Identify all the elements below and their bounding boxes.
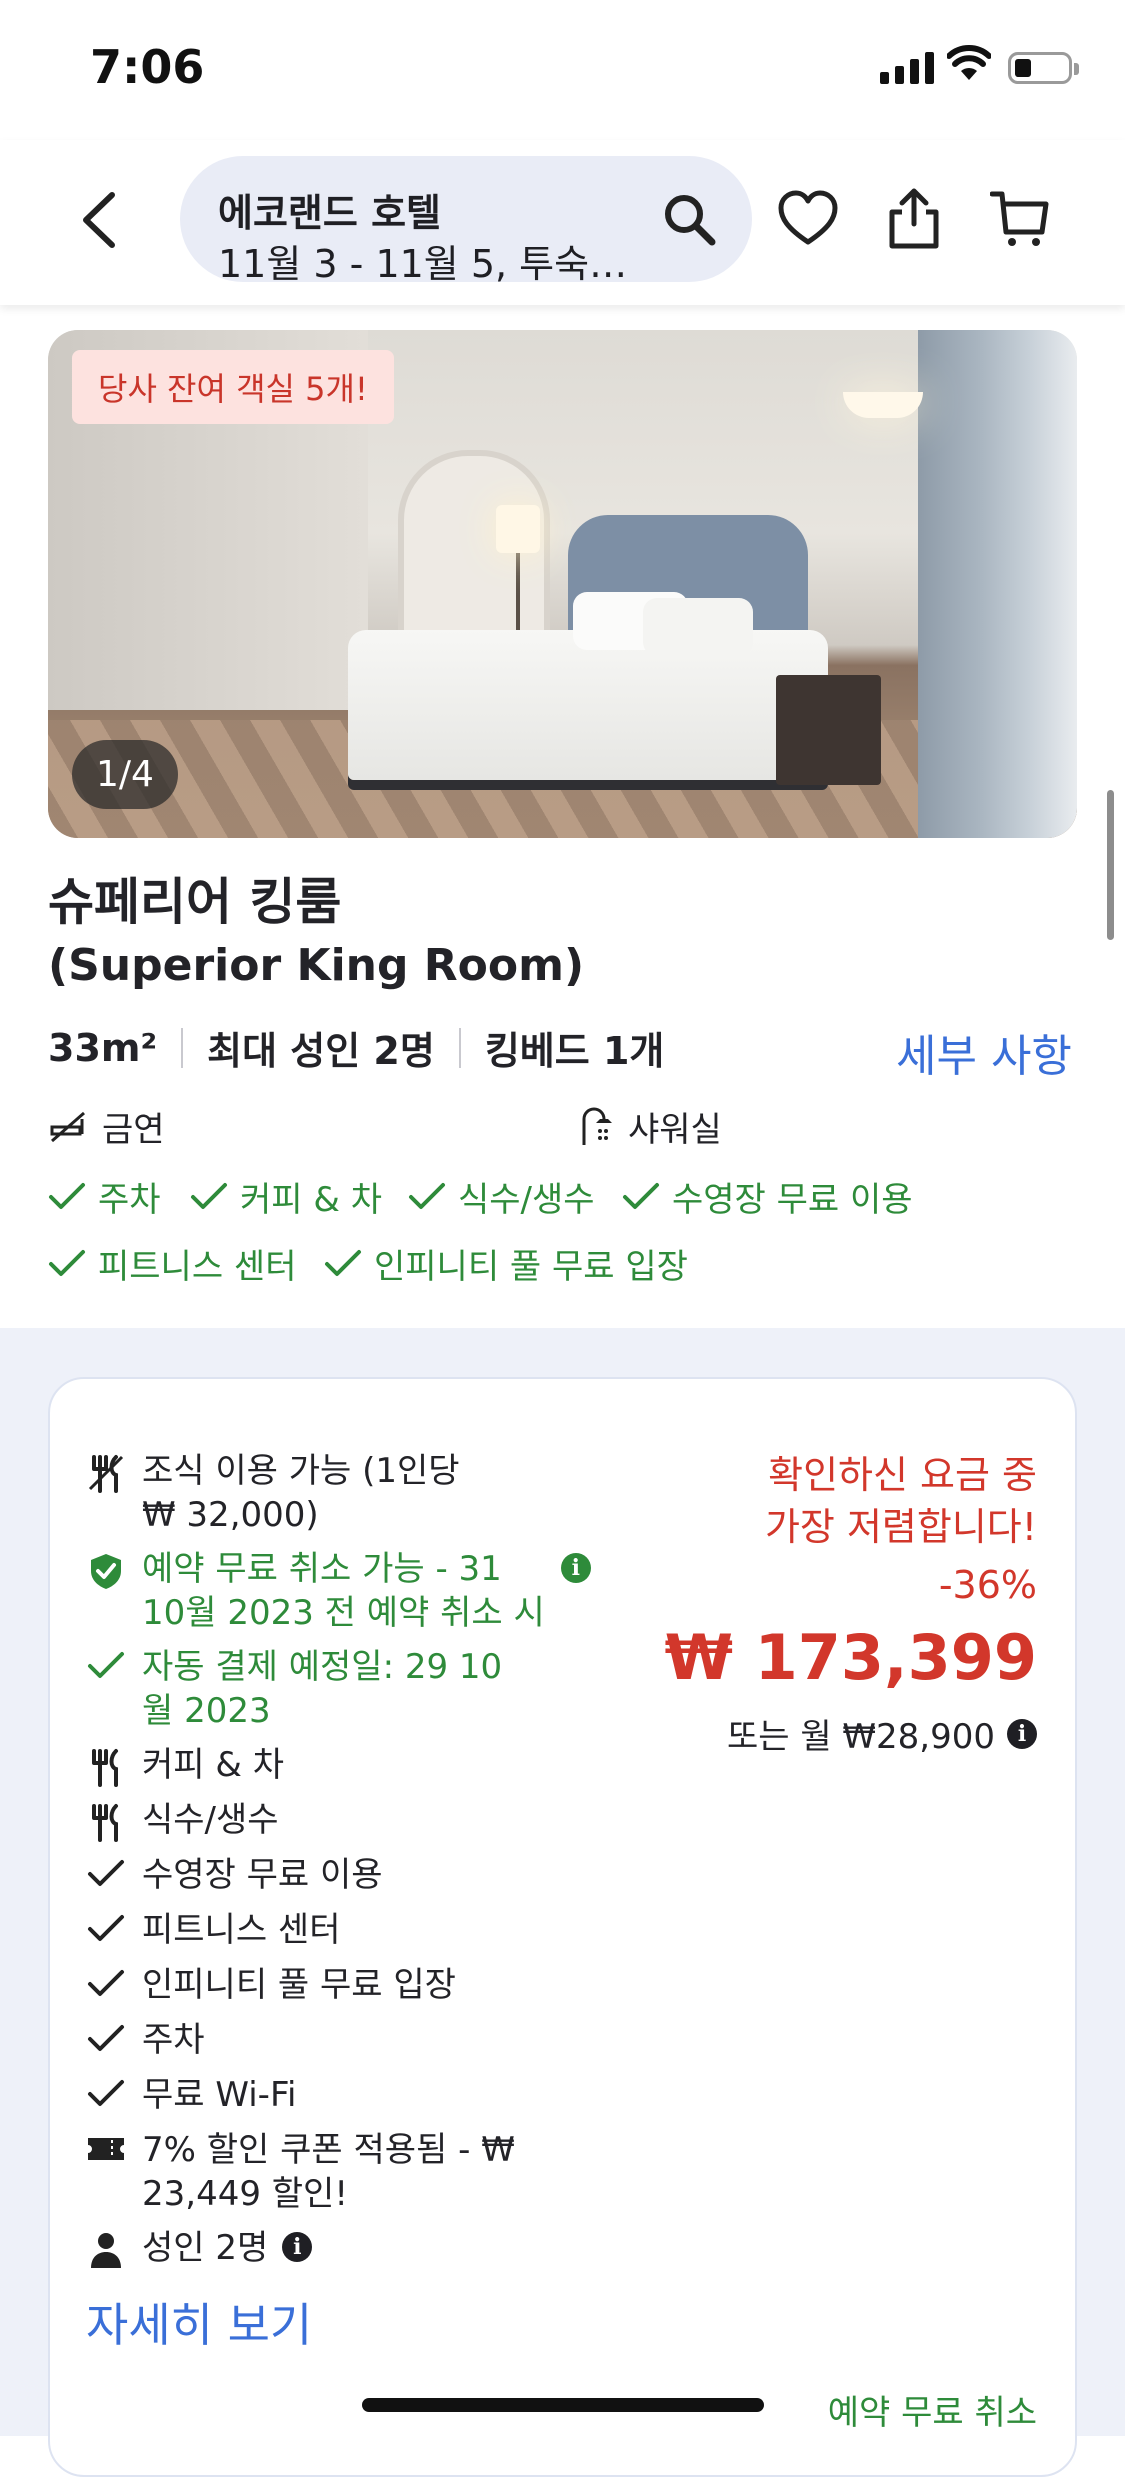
room-area: 33m² [48, 1025, 158, 1070]
check-icon [88, 1652, 124, 1678]
no-smoking-icon [50, 1111, 85, 1142]
check-icon [409, 1182, 445, 1209]
inclusion-water: 식수/생수 [86, 1798, 279, 1842]
inclusion-parking: 주차 [86, 2018, 205, 2062]
room-specs: 33m² 최대 성인 2명 킹베드 1개 [48, 1020, 664, 1075]
divider [458, 1027, 461, 1068]
back-chevron-icon[interactable] [70, 185, 130, 255]
free-cancellation-label: 예약 무료 취소 [827, 2393, 1037, 2433]
room-details-link[interactable]: 세부 사항 [896, 1020, 1072, 1084]
info-icon[interactable]: i [560, 1553, 591, 1583]
check-icon [88, 1915, 124, 1941]
cart-icon[interactable] [990, 188, 1050, 250]
feature-no-smoking: 금연 [48, 1102, 165, 1151]
cutlery-icon [92, 1749, 118, 1787]
person-icon [91, 2233, 121, 2268]
shower-icon [582, 1107, 612, 1145]
inclusion-free-cancellation: 예약 무료 취소 가능 - 31 10월 2023 전 예약 취소 시 i [86, 1547, 591, 1635]
check-icon [191, 1182, 227, 1209]
hotel-name: 에코랜드 호텔 [218, 191, 441, 235]
inclusion-coupon: 7% 할인 쿠폰 적용됨 - ₩ 23,449 할인! [86, 2128, 515, 2216]
room-price: ₩ 173,399 [664, 1621, 1037, 1694]
check-icon [623, 1182, 659, 1209]
inclusion-wifi: 무료 Wi-Fi [86, 2073, 296, 2117]
amenity-coffee-tea: 커피 & 차 [190, 1172, 382, 1221]
see-more-link[interactable]: 자세히 보기 [86, 2289, 312, 2355]
check-icon [88, 1970, 124, 1996]
scrollbar[interactable] [1107, 790, 1114, 940]
inclusion-breakfast: 조식 이용 가능 (1인당 ₩ 32,000) [86, 1449, 460, 1537]
cellular-signal-icon [880, 50, 934, 84]
check-icon [49, 1182, 85, 1209]
divider [181, 1027, 184, 1068]
info-icon[interactable]: i [282, 2232, 313, 2262]
availability-badge: 당사 잔여 객실 5개! [72, 350, 394, 424]
room-photo-gallery[interactable]: 당사 잔여 객실 5개! 1/4 [48, 330, 1077, 838]
amenity-infinity-pool: 인피니티 풀 무료 입장 [324, 1239, 688, 1288]
photo-counter: 1/4 [72, 740, 178, 809]
room-bed: 킹베드 1개 [484, 1029, 665, 1073]
search-header: 에코랜드 호텔 11월 3 - 11월 5, 투숙객 2명 [0, 140, 1125, 305]
monthly-installment: 또는 월 ₩28,900 i [727, 1709, 1037, 1758]
inclusion-coffee-tea: 커피 & 차 [86, 1743, 284, 1787]
check-icon [88, 2080, 124, 2106]
check-icon [88, 1860, 124, 1886]
inclusion-guests: 성인 2명 i [86, 2226, 313, 2270]
shield-check-icon [91, 1554, 121, 1589]
room-name-ko: 슈페리어 킹룸 [48, 873, 342, 931]
inclusion-auto-payment: 자동 결제 예정일: 29 10 월 2023 [86, 1645, 502, 1733]
home-indicator[interactable] [362, 2398, 764, 2412]
cutlery-icon [88, 1455, 124, 1493]
battery-icon [1008, 52, 1079, 84]
inclusion-fitness: 피트니스 센터 [86, 1908, 341, 1952]
search-summary-box[interactable]: 에코랜드 호텔 11월 3 - 11월 5, 투숙객 2명 [180, 156, 752, 286]
status-time: 7:06 [90, 40, 205, 94]
amenity-parking: 주차 [48, 1172, 161, 1221]
cheapest-rate-notice: 확인하신 요금 중 가장 저렴합니다! [764, 1453, 1037, 1549]
cutlery-icon [92, 1804, 118, 1842]
search-dates-guests: 11월 3 - 11월 5, 투숙객 2명 [218, 242, 628, 286]
heart-icon[interactable] [777, 188, 839, 250]
inclusion-infinity-pool: 인피니티 풀 무료 입장 [86, 1963, 456, 2007]
wifi-icon [947, 45, 991, 80]
check-icon [49, 1249, 85, 1276]
discount-percent: -36% [938, 1563, 1037, 1607]
feature-shower: 샤워실 [580, 1102, 722, 1151]
room-name-en: (Superior King Room) [48, 940, 585, 991]
info-icon[interactable]: i [1007, 1718, 1037, 1749]
inclusion-pool: 수영장 무료 이용 [86, 1853, 383, 1897]
search-icon[interactable] [660, 190, 720, 250]
status-bar: 7:06 [0, 0, 1125, 140]
ticket-icon [88, 2138, 124, 2160]
amenity-fitness: 피트니스 센터 [48, 1239, 297, 1288]
check-icon [88, 2025, 124, 2051]
room-max-guests: 최대 성인 2명 [207, 1029, 435, 1073]
check-icon [325, 1249, 361, 1276]
amenity-pool: 수영장 무료 이용 [622, 1172, 913, 1221]
share-icon[interactable] [886, 188, 942, 250]
rate-offer-card[interactable]: 조식 이용 가능 (1인당 ₩ 32,000) 예약 무료 취소 가능 - 31… [48, 1377, 1077, 2477]
amenity-water: 식수/생수 [408, 1172, 595, 1221]
